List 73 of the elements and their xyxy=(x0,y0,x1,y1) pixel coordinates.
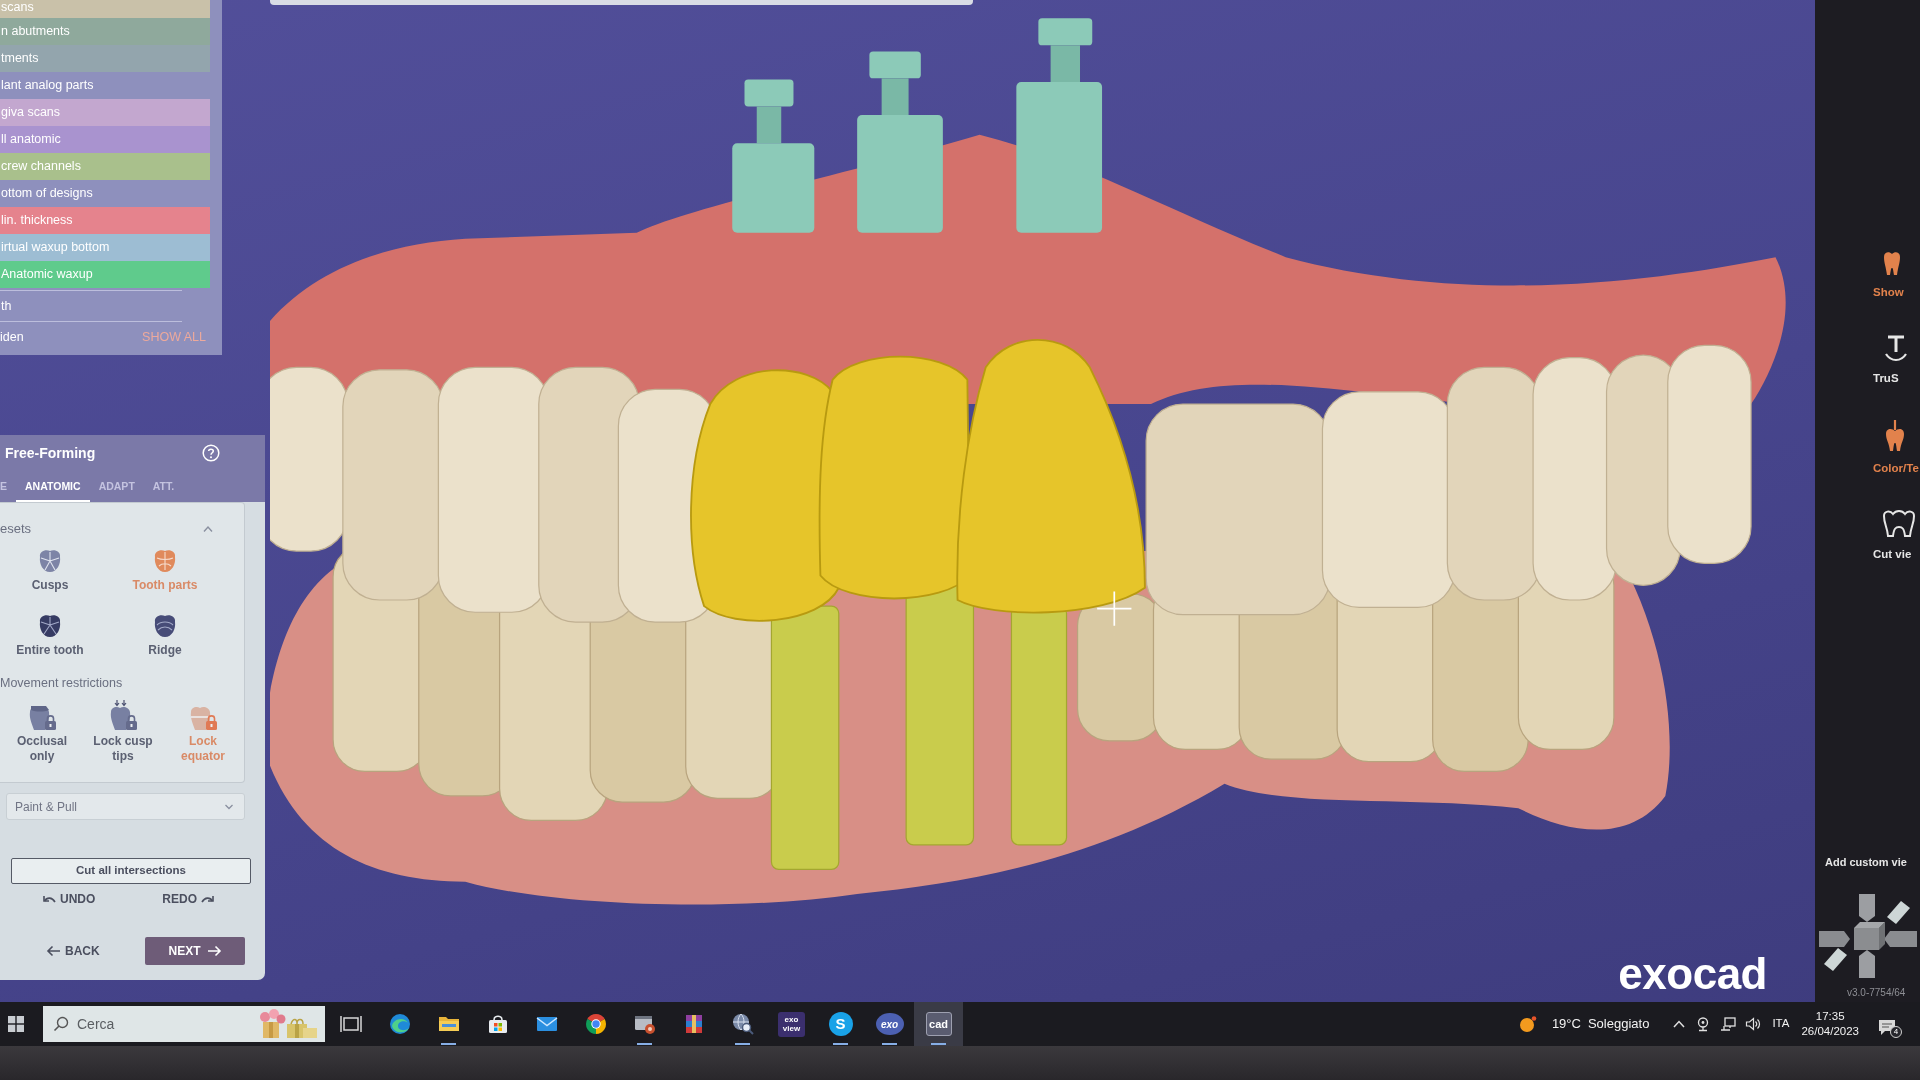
tricolor-circle-icon xyxy=(583,1012,608,1036)
globe-magnifier-icon xyxy=(730,1012,755,1036)
view-cube-icon[interactable] xyxy=(1817,891,1917,981)
tooth-icon xyxy=(1881,249,1903,277)
layer-item[interactable]: crew channels xyxy=(0,153,210,180)
tab[interactable]: ATT. xyxy=(143,480,184,502)
language-indicator[interactable]: ITA xyxy=(1772,1015,1790,1033)
section-title: Movement restrictions xyxy=(0,675,124,692)
temperature-text: 19°C xyxy=(1551,1015,1581,1034)
layer-item[interactable]: iden xyxy=(0,327,24,347)
clock-time: 17:35 xyxy=(1815,1009,1845,1024)
arrow-left-icon xyxy=(46,945,61,957)
tab[interactable]: ADAPT xyxy=(89,480,144,502)
taskbar-button[interactable]: exo xyxy=(865,1002,914,1046)
toolbar-button[interactable]: Show xyxy=(1815,249,1920,299)
taskbar-button[interactable]: S xyxy=(816,1002,865,1046)
cut-intersections-button[interactable]: Cut all intersections xyxy=(11,858,251,884)
layer-item[interactable]: lant analog parts xyxy=(0,72,210,99)
layer-item[interactable]: ll anatomic xyxy=(0,126,210,153)
mode-dropdown[interactable]: Paint & Pull xyxy=(6,793,245,820)
layer-item[interactable]: giva scans xyxy=(0,99,210,126)
section-title: esets xyxy=(0,520,32,539)
speaker-icon[interactable] xyxy=(1745,1016,1762,1032)
crosshair-cursor-icon xyxy=(1096,590,1133,627)
app-logo: exo xyxy=(875,1013,904,1035)
panel-title: Free-Forming xyxy=(5,443,96,463)
undo-arrow-icon xyxy=(42,893,56,905)
redo-button[interactable]: REDO xyxy=(162,889,215,909)
weather-text: Soleggiato xyxy=(1587,1015,1650,1034)
toolbar-button[interactable]: TruS xyxy=(1815,333,1920,385)
four-panes-icon xyxy=(8,1016,24,1032)
layer-item[interactable]: tments xyxy=(0,45,210,72)
restriction-option[interactable]: Lock cusp tips xyxy=(84,700,162,764)
toolbar-button[interactable]: Color/Te xyxy=(1815,419,1920,475)
preset-option[interactable]: Ridge xyxy=(100,613,230,658)
undo-button[interactable]: UNDO xyxy=(42,889,96,909)
taskbar-button[interactable]: exo view xyxy=(767,1002,816,1046)
add-custom-view-button[interactable]: Add custom vie xyxy=(1815,855,1920,869)
back-button[interactable]: BACK xyxy=(46,943,100,959)
layer-item[interactable]: n abutments xyxy=(0,18,210,45)
preset-option[interactable]: Entire tooth xyxy=(0,613,100,658)
restriction-option[interactable]: Occlusal only xyxy=(0,700,84,764)
layer-item[interactable]: Anatomic waxup xyxy=(0,261,210,288)
redo-arrow-icon xyxy=(201,893,215,905)
search-field[interactable]: Cerca xyxy=(43,1006,325,1042)
app-logo: S xyxy=(828,1012,853,1036)
version-label: v3.0-7754/64 xyxy=(1846,986,1907,1000)
sun-icon xyxy=(1518,1015,1537,1033)
tooth-outline-icon xyxy=(1881,509,1917,539)
toolbar-button[interactable]: Cut vie xyxy=(1815,509,1920,561)
preset-option[interactable]: Cusps xyxy=(0,548,100,593)
swirl-icon xyxy=(387,1012,412,1036)
clock-date: 26/04/2023 xyxy=(1801,1024,1859,1039)
layer-item[interactable]: lin. thickness xyxy=(0,207,210,234)
app-logo: cad xyxy=(925,1012,952,1036)
layer-item[interactable]: ottom of designs xyxy=(0,180,210,207)
network-icon[interactable] xyxy=(1720,1016,1737,1032)
layer-item[interactable]: th xyxy=(0,293,222,319)
search-icon xyxy=(53,1016,69,1032)
tab[interactable]: E xyxy=(0,480,16,502)
tooth-arrows-lock-icon xyxy=(108,700,138,730)
help-icon xyxy=(202,444,220,462)
chevron-down-icon xyxy=(224,802,234,811)
help-button[interactable] xyxy=(202,444,220,462)
next-button[interactable]: NEXT xyxy=(145,937,245,965)
notification-count: 4 xyxy=(1890,1026,1902,1038)
app-logo: exo view xyxy=(778,1011,805,1037)
arrow-right-icon xyxy=(206,945,222,957)
taskbar-button[interactable]: cad xyxy=(914,1002,963,1046)
preset-option[interactable]: Tooth parts xyxy=(100,548,230,593)
logo-text: exocad xyxy=(1618,952,1767,996)
layer-item[interactable]: irtual waxup bottom xyxy=(0,234,210,261)
restriction-option[interactable]: Lock equator xyxy=(162,700,244,764)
